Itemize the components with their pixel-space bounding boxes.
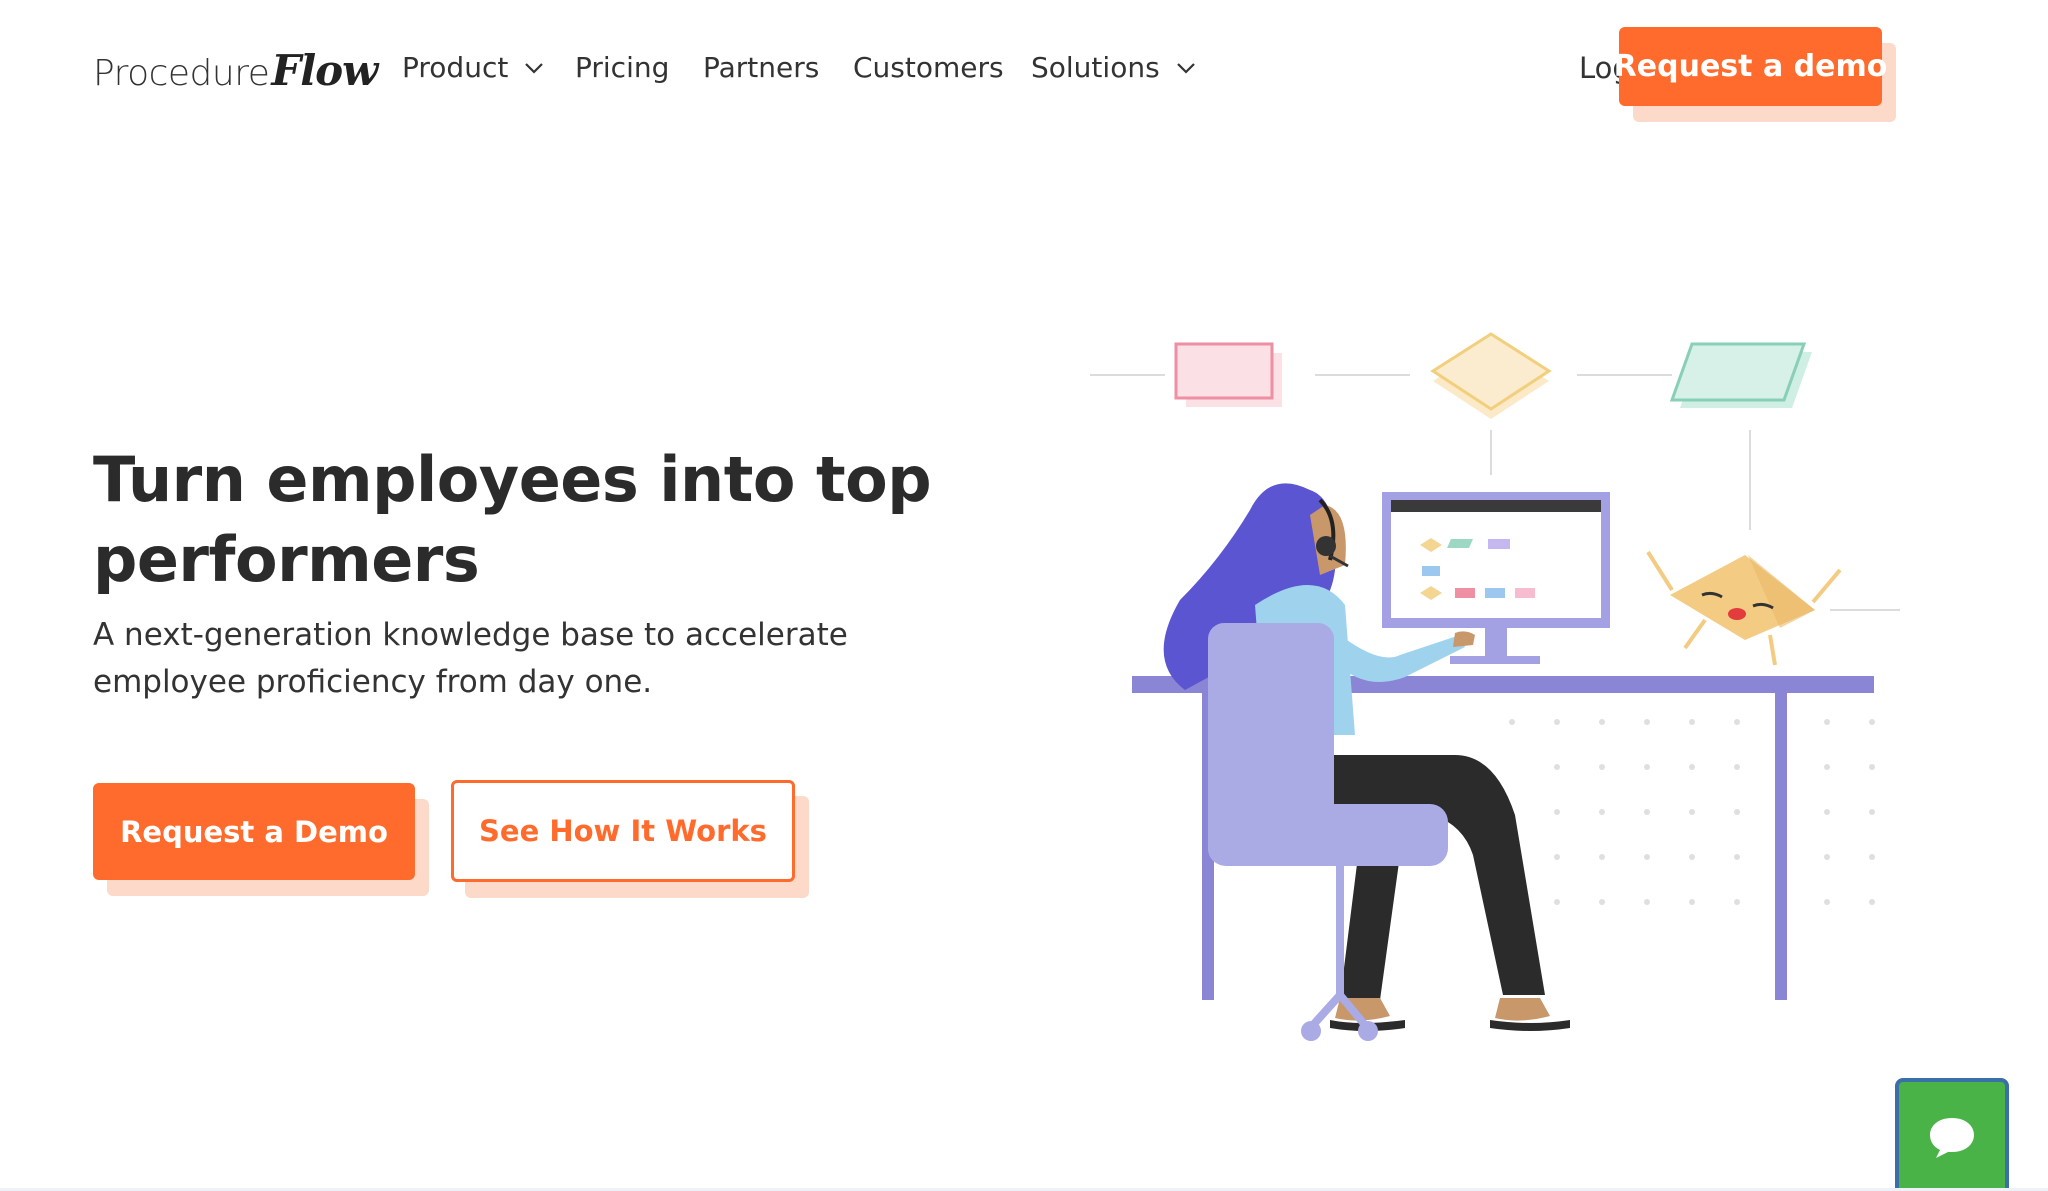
hero-title: Turn employees into top performers <box>93 443 932 596</box>
chevron-down-icon <box>525 63 544 74</box>
procedureflow-logo[interactable]: Procedure Flow <box>93 46 378 96</box>
employee-at-desk-illustration <box>1090 332 1900 1041</box>
computer-monitor-icon <box>1382 492 1610 664</box>
hero-secondary-wrapper: See How It Works <box>451 780 809 898</box>
logo-text-procedure: Procedure <box>93 53 270 94</box>
data-parallelogram-icon <box>1669 342 1812 408</box>
hero-primary-wrapper: Request a Demo <box>93 783 429 896</box>
nav-item-partners[interactable]: Partners <box>703 45 819 89</box>
see-how-it-works-button[interactable]: See How It Works <box>451 780 795 882</box>
nav-item-pricing[interactable]: Pricing <box>575 45 669 89</box>
nav-item-label: Customers <box>853 50 1004 84</box>
nav-item-product[interactable]: Product <box>402 45 548 89</box>
nav-item-solutions[interactable]: Solutions <box>1031 45 1200 89</box>
process-rectangle-icon <box>1174 342 1282 407</box>
nav-item-customers[interactable]: Customers <box>853 45 1004 89</box>
logo-text-flow: Flow <box>271 46 378 95</box>
decision-diamond-icon <box>1430 332 1552 419</box>
nav-item-label: Partners <box>703 50 820 84</box>
request-demo-header-button[interactable]: Request a demo <box>1614 27 1887 106</box>
header-cta-wrapper: Request a demo <box>1614 27 1896 122</box>
chevron-down-icon <box>1176 63 1195 74</box>
hero-subtitle: A next-generation knowledge base to acce… <box>93 617 848 700</box>
happy-diamond-mascot-icon <box>1646 550 1842 666</box>
chat-widget-button[interactable] <box>1895 1078 2009 1191</box>
request-demo-button[interactable]: Request a Demo <box>93 783 415 880</box>
chat-bubble-icon <box>1930 1117 1974 1158</box>
nav-item-label: Product <box>402 50 509 84</box>
nav-item-label: Pricing <box>575 50 670 84</box>
nav-item-label: Solutions <box>1031 50 1160 84</box>
